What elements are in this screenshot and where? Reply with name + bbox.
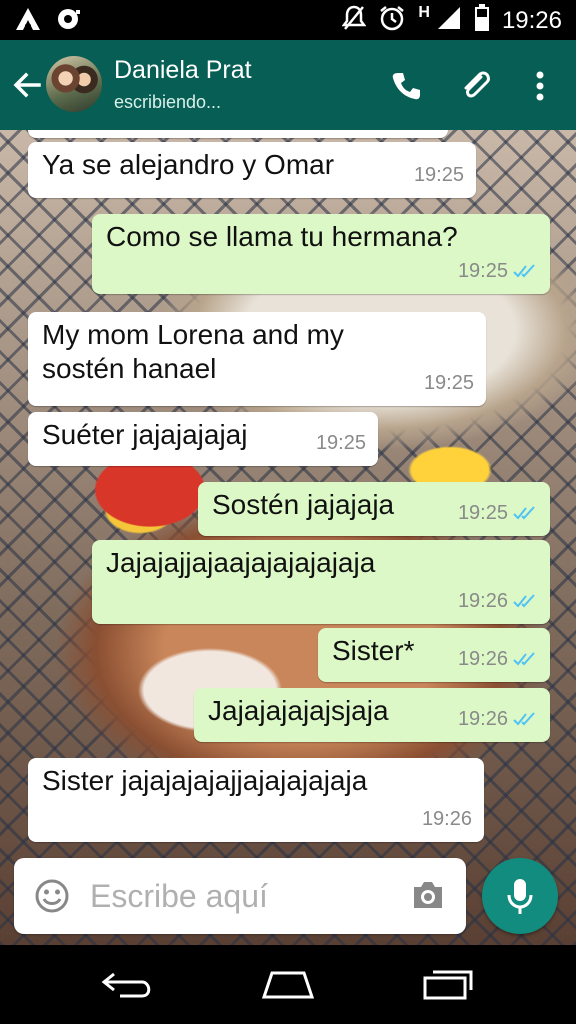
network-type-label: H <box>418 3 430 21</box>
battery-icon <box>474 4 490 37</box>
call-button[interactable] <box>386 66 426 106</box>
mic-icon <box>507 879 533 914</box>
home-nav-icon <box>261 971 315 999</box>
read-ticks-icon <box>513 652 535 666</box>
more-options-button[interactable] <box>520 66 560 106</box>
message-bubble[interactable]: Ya se alejandro y Omar 19:25 <box>28 142 476 198</box>
voice-message-button[interactable] <box>482 858 558 934</box>
message-time: 19:26 <box>457 590 508 612</box>
back-button[interactable] <box>8 66 46 104</box>
message-time: 19:26 <box>421 808 472 830</box>
message-time: 19:25 <box>423 372 474 394</box>
message-text: Como se llama tu hermana? <box>106 221 458 252</box>
message-text: Sister* <box>332 635 415 666</box>
read-ticks-icon <box>513 712 535 726</box>
message-bubble[interactable]: Jajajajajajsjaja 19:26 <box>194 688 550 742</box>
back-nav-icon <box>101 972 151 998</box>
message-bubble[interactable]: Sister* 19:26 <box>318 628 550 682</box>
contact-status: escribiendo... <box>114 92 222 112</box>
message-time: 19:26 <box>457 708 508 730</box>
status-bar: H 19:26 <box>0 0 576 40</box>
message-text: Jajajajjajaajajajajajaja <box>106 547 376 578</box>
attach-icon <box>464 71 490 98</box>
read-ticks-icon <box>513 594 535 608</box>
nav-recents-button[interactable] <box>416 965 480 1005</box>
message-text: My mom Lorena and my sostén hanael <box>42 319 344 384</box>
message-time: 19:25 <box>413 164 464 186</box>
attach-button[interactable] <box>456 66 496 106</box>
message-time: 19:26 <box>457 648 508 670</box>
phone-icon <box>392 73 420 100</box>
message-bubble[interactable]: Sostén jajajaja 19:25 <box>198 482 550 536</box>
signal-icon <box>436 5 462 36</box>
read-ticks-icon <box>513 506 535 520</box>
message-time: 19:25 <box>457 260 508 282</box>
clock: 19:26 <box>501 6 562 34</box>
emoji-button[interactable] <box>34 878 70 914</box>
message-text: Suéter jajajajajaj <box>42 419 248 450</box>
camera-button[interactable] <box>410 878 446 914</box>
chat-header: Daniela Prat escribiendo... <box>0 40 576 130</box>
notification-a-icon <box>14 6 42 37</box>
contact-name[interactable]: Daniela Prat <box>114 56 252 85</box>
more-vert-icon <box>536 71 544 101</box>
chat-area[interactable]: Ya se alejandro y Omar 19:25 Como se lla… <box>0 130 576 945</box>
message-bubble[interactable]: Sister jajajajajajjajajajajaja 19:26 <box>28 758 484 842</box>
system-nav-bar <box>0 945 576 1024</box>
nav-home-button[interactable] <box>256 965 320 1005</box>
message-bubble[interactable]: Como se llama tu hermana? 19:25 <box>92 214 550 294</box>
message-time: 19:25 <box>315 432 366 454</box>
message-text: Jajajajajajsjaja <box>208 695 389 726</box>
message-time: 19:25 <box>457 502 508 524</box>
record-icon <box>56 6 82 37</box>
avatar[interactable] <box>46 56 102 112</box>
message-bubble-partial <box>28 130 448 138</box>
read-ticks-icon <box>513 264 535 278</box>
recents-nav-icon <box>423 970 473 1000</box>
message-bubble[interactable]: Suéter jajajajajaj 19:25 <box>28 412 378 466</box>
message-composer <box>14 858 466 934</box>
camera-icon <box>414 882 442 908</box>
nav-back-button[interactable] <box>96 965 160 1005</box>
message-text: Ya se alejandro y Omar <box>42 149 335 180</box>
message-input[interactable] <box>90 872 390 920</box>
emoji-icon <box>35 879 69 913</box>
message-bubble[interactable]: Jajajajjajaajajajajajaja 19:26 <box>92 540 550 624</box>
mute-icon <box>341 4 367 37</box>
back-arrow-icon <box>13 72 41 98</box>
message-text: Sister jajajajajajjajajajajaja <box>42 765 368 796</box>
message-bubble[interactable]: My mom Lorena and my sostén hanael 19:25 <box>28 312 486 406</box>
message-text: Sostén jajajaja <box>212 489 395 520</box>
alarm-icon <box>378 4 406 37</box>
